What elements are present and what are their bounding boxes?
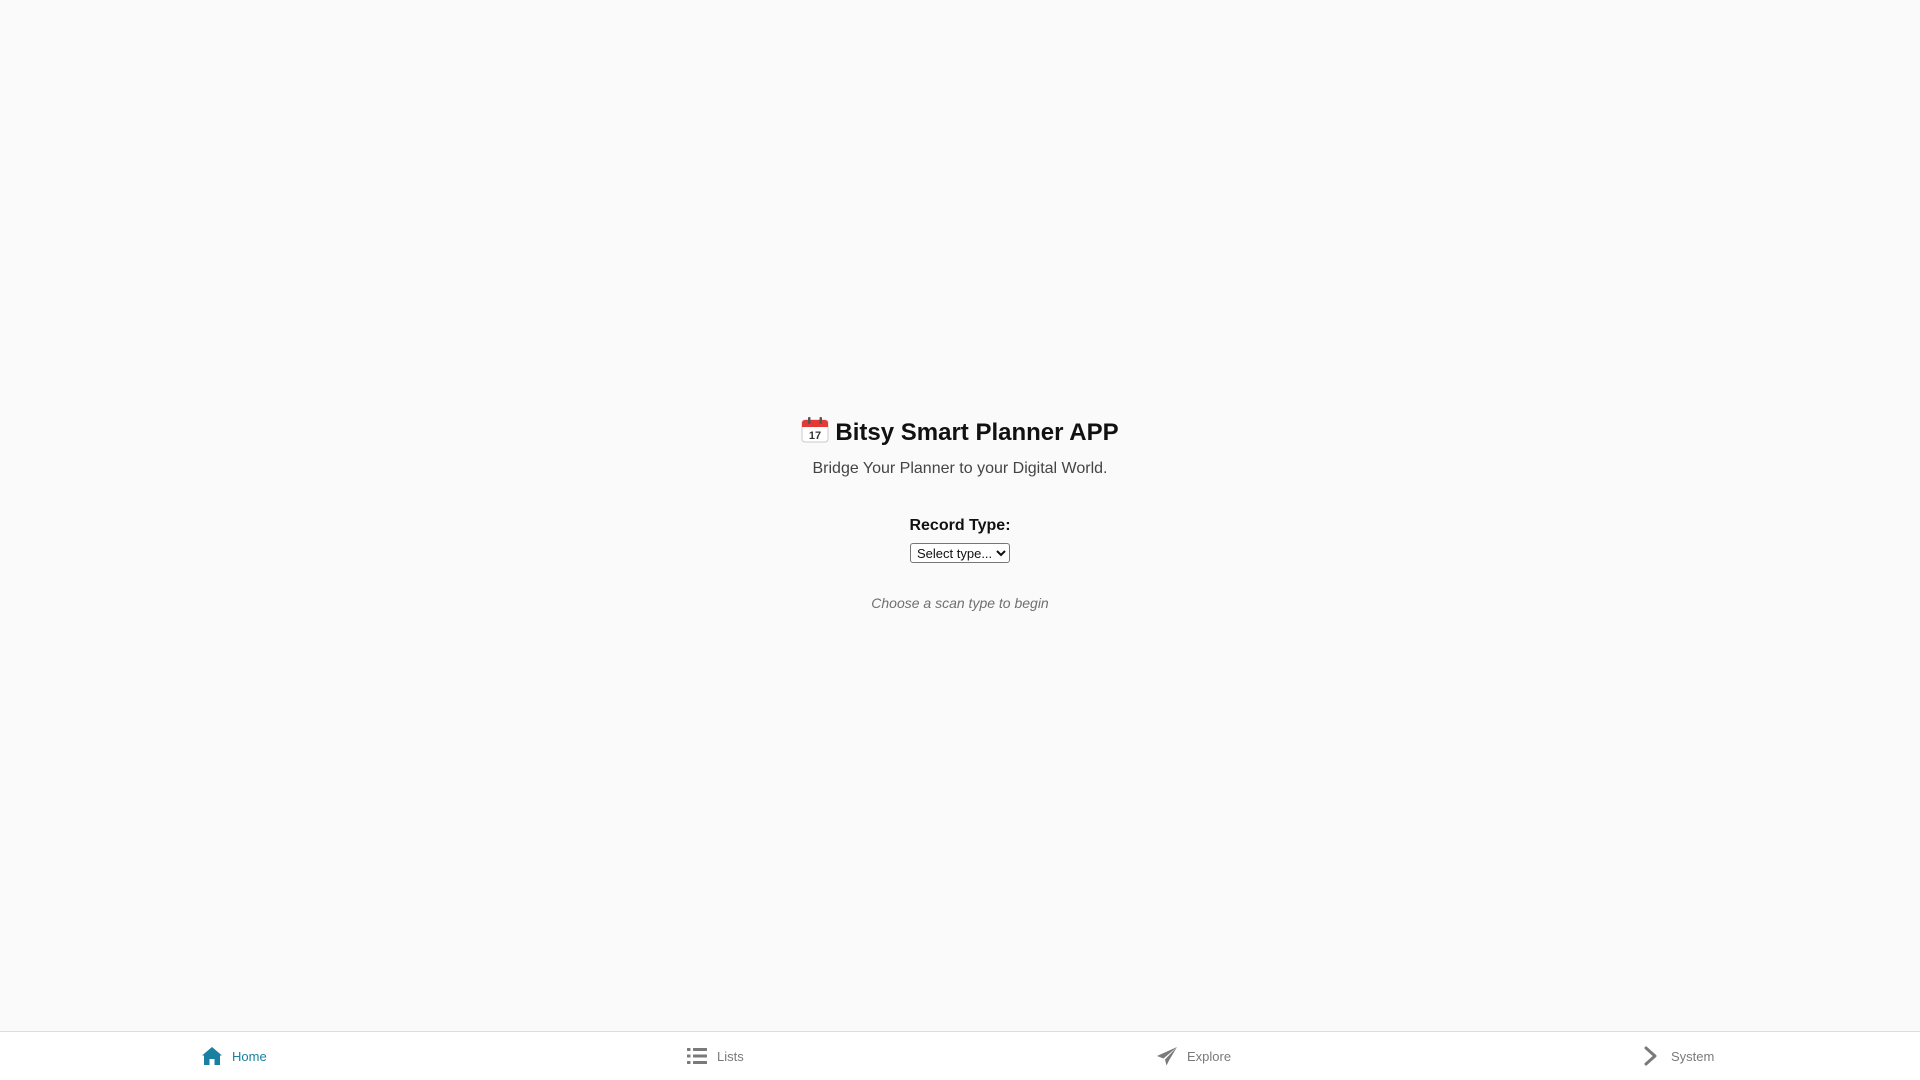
list-icon	[687, 1048, 707, 1064]
chevron-right-icon	[1644, 1046, 1657, 1066]
record-type-label: Record Type:	[909, 517, 1011, 534]
calendar-icon: 17	[801, 417, 829, 443]
nav-label-lists: Lists	[717, 1048, 744, 1064]
nav-item-lists[interactable]: Lists	[686, 1032, 744, 1080]
app-subtitle: Bridge Your Planner to your Digital Worl…	[812, 460, 1108, 477]
bottom-navigation: Home Lists Explore System	[0, 1031, 1920, 1080]
scan-hint-text: Choose a scan type to begin	[871, 595, 1049, 611]
record-type-form: Record Type: Select type...	[0, 515, 1920, 563]
nav-item-system[interactable]: System	[1640, 1032, 1714, 1080]
svg-text:17: 17	[809, 430, 821, 442]
main-content: 17 Bitsy Smart Planner APP Bridge Your P…	[0, 0, 1920, 1031]
record-type-select[interactable]: Select type...	[910, 543, 1010, 563]
app-title-text: Bitsy Smart Planner APP	[835, 419, 1119, 446]
nav-label-system: System	[1671, 1048, 1715, 1064]
record-type-select-wrap: Select type...	[0, 543, 1920, 563]
page-title: 17 Bitsy Smart Planner APP	[0, 415, 1920, 451]
nav-item-explore[interactable]: Explore	[1156, 1032, 1231, 1080]
paper-plane-icon	[1157, 1047, 1177, 1066]
hero-section: 17 Bitsy Smart Planner APP Bridge Your P…	[0, 415, 1920, 479]
home-icon	[202, 1047, 222, 1065]
nav-label-home: Home	[232, 1048, 267, 1064]
nav-item-home[interactable]: Home	[201, 1032, 267, 1080]
nav-label-explore: Explore	[1187, 1048, 1232, 1064]
